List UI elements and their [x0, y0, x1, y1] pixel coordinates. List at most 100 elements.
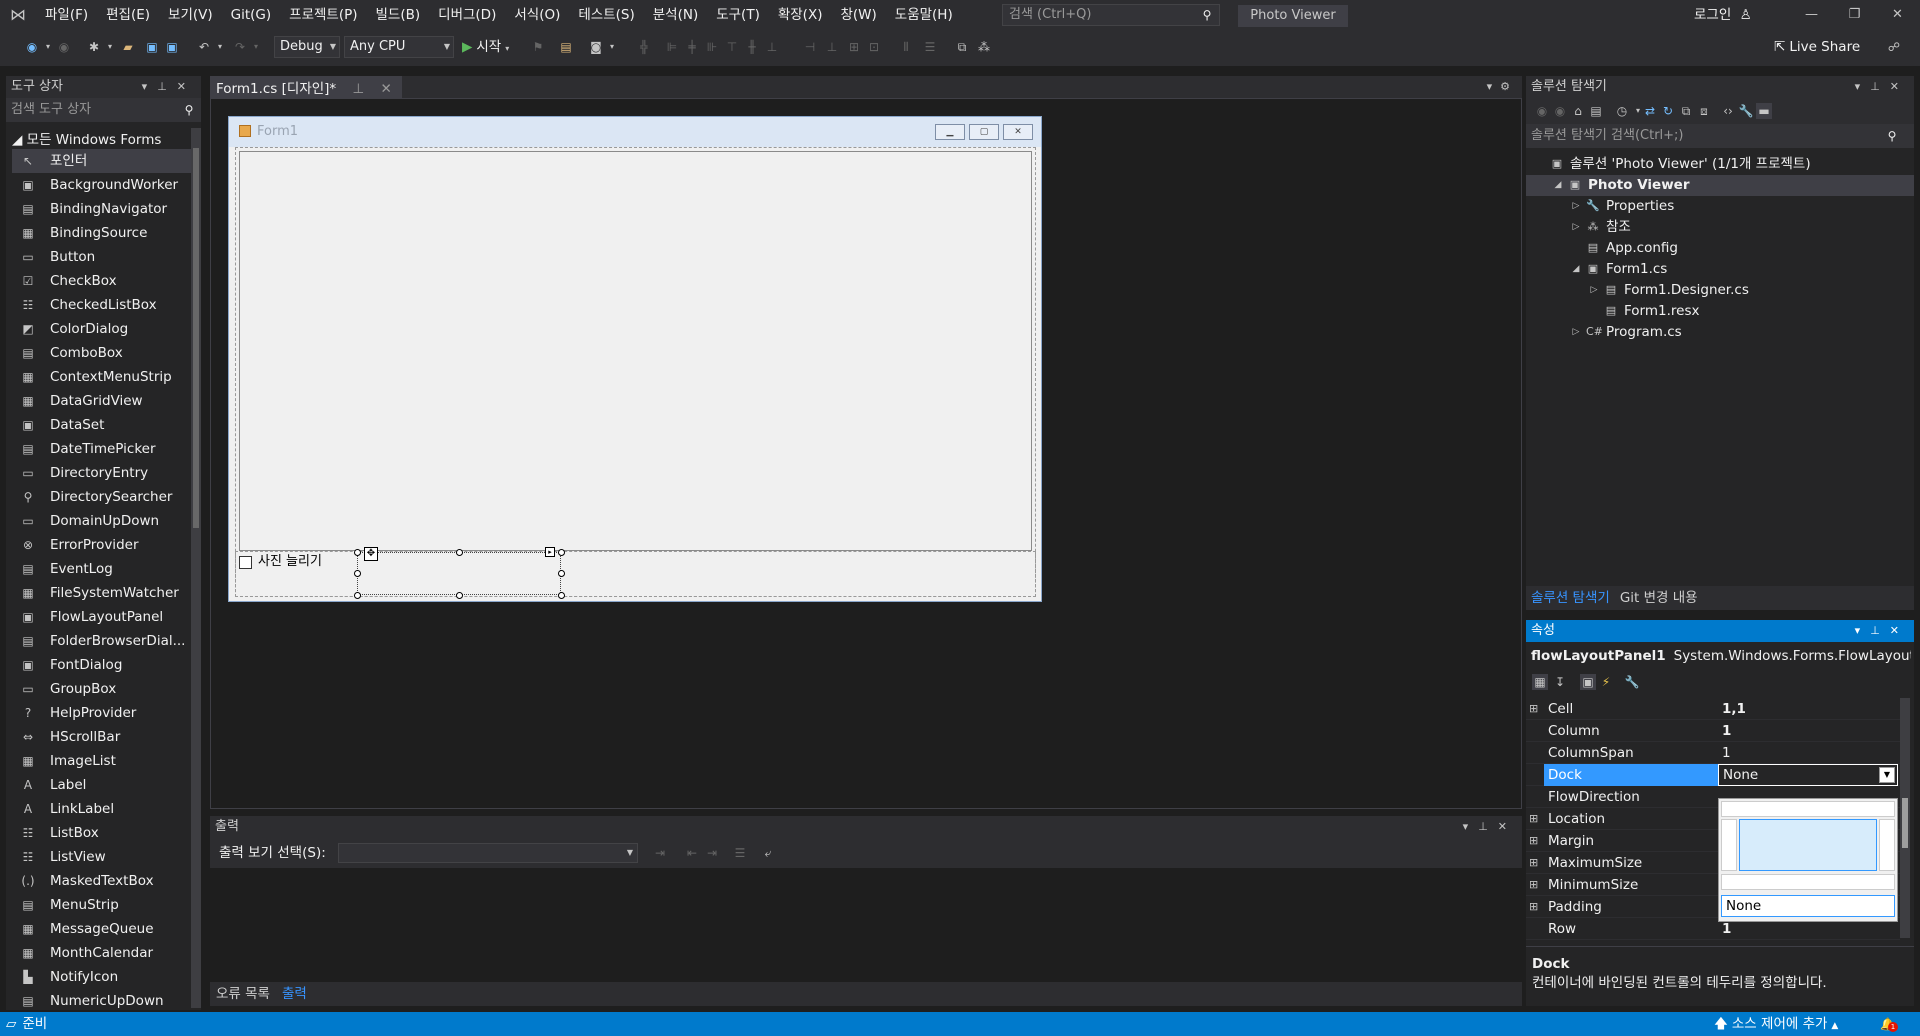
dock-left-option[interactable]: [1721, 819, 1737, 871]
menu-item[interactable]: 확장(X): [769, 0, 832, 30]
tree-node[interactable]: ▷ 🔧 Properties: [1526, 196, 1914, 217]
toolbox-item[interactable]: ▦ ContextMenuStrip: [12, 365, 192, 389]
property-row[interactable]: Column 1: [1526, 720, 1900, 742]
new-project-dropdown-icon[interactable]: ▾: [102, 39, 118, 55]
clear-all-icon[interactable]: ☰: [732, 845, 748, 861]
menu-item[interactable]: 도움말(H): [886, 0, 962, 30]
toolbox-search-input[interactable]: 검색 도구 상자 ⚲: [6, 98, 201, 122]
open-file-icon[interactable]: ▰: [120, 39, 136, 55]
property-row[interactable]: ColumnSpan 1: [1526, 742, 1900, 764]
toolbox-item[interactable]: ▭ DomainUpDown: [12, 509, 192, 533]
size-to-grid-icon[interactable]: ⊡: [866, 39, 882, 55]
expander-icon[interactable]: ◢: [1552, 175, 1564, 196]
make-same-size-icon[interactable]: ⊞: [846, 39, 862, 55]
back-icon[interactable]: ◉: [1534, 103, 1550, 119]
switch-views-icon[interactable]: ▤: [1588, 103, 1604, 119]
toolbox-item[interactable]: ▤ NumericUpDown: [12, 989, 192, 1013]
bring-to-front-icon[interactable]: ⧉: [954, 39, 970, 55]
panel-pin-icons[interactable]: ▾⊥✕: [1855, 620, 1909, 642]
dock-fill-option[interactable]: [1739, 819, 1877, 871]
navigate-forward-icon[interactable]: ◉: [56, 39, 72, 55]
save-icon[interactable]: ▣: [144, 39, 160, 55]
close-icon[interactable]: ✕: [1876, 0, 1919, 30]
pending-changes-filter-icon[interactable]: ◷: [1614, 103, 1630, 119]
sync-active-document-icon[interactable]: ⇄: [1642, 103, 1658, 119]
tree-node[interactable]: ▤ App.config: [1526, 238, 1914, 259]
toolbox-item[interactable]: ☷ ListView: [12, 845, 192, 869]
scrollbar-thumb[interactable]: [193, 148, 199, 528]
expand-icon[interactable]: ⊞: [1529, 852, 1541, 874]
toolbox-item[interactable]: ▭ DirectoryEntry: [12, 461, 192, 485]
toolbox-item[interactable]: ⇔ HScrollBar: [12, 725, 192, 749]
expander-icon[interactable]: ▷: [1570, 196, 1582, 217]
feedback-icon[interactable]: ☍: [1886, 39, 1902, 55]
screenshot-dropdown-icon[interactable]: ▾: [604, 39, 620, 55]
save-all-icon[interactable]: ▣: [164, 39, 180, 55]
property-row[interactable]: ⊞ Cell 1,1: [1526, 698, 1900, 720]
toolbox-item[interactable]: ▦ DataGridView: [12, 389, 192, 413]
toolbox-group-header[interactable]: ◢ 모든 Windows Forms: [12, 128, 161, 148]
toolbox-item[interactable]: ▤ FolderBrowserDial...: [12, 629, 192, 653]
toolbox-item[interactable]: ▦ ImageList: [12, 749, 192, 773]
pin-tab-icon[interactable]: ⊥: [352, 81, 364, 97]
menu-item[interactable]: 서식(O): [505, 0, 569, 30]
dock-none-option[interactable]: None: [1721, 895, 1895, 917]
live-share-button[interactable]: ⇱ Live Share: [1774, 36, 1860, 58]
toolbox-item[interactable]: ▤ DateTimePicker: [12, 437, 192, 461]
picture-box[interactable]: [239, 151, 1032, 551]
expand-icon[interactable]: ⊞: [1529, 698, 1541, 720]
toolbox-item[interactable]: ▣ FontDialog: [12, 653, 192, 677]
solution-explorer-search-input[interactable]: 솔루션 탐색기 검색(Ctrl+;) ⚲: [1526, 124, 1914, 148]
tab-error-list[interactable]: 오류 목록: [210, 982, 276, 1006]
menu-item[interactable]: 빌드(B): [367, 0, 430, 30]
tab-solution-explorer[interactable]: 솔루션 탐색기: [1526, 586, 1615, 610]
expand-icon[interactable]: ⊞: [1529, 808, 1541, 830]
toolbox-item[interactable]: ▤ MenuStrip: [12, 893, 192, 917]
expand-icon[interactable]: ⊞: [1529, 874, 1541, 896]
preview-selected-items-icon[interactable]: ▬: [1756, 103, 1772, 119]
toolbox-item[interactable]: ↖ 포인터: [12, 149, 192, 173]
add-to-source-control-button[interactable]: 🡅 소스 제어에 추가 ▲: [1714, 1012, 1838, 1036]
align-middles-icon[interactable]: ╫: [744, 39, 760, 55]
dock-bottom-option[interactable]: [1721, 874, 1895, 890]
toolbox-item[interactable]: ▤ BindingNavigator: [12, 197, 192, 221]
toolbox-item[interactable]: ▦ MessageQueue: [12, 917, 192, 941]
make-same-width-icon[interactable]: ⊣: [802, 39, 818, 55]
property-value[interactable]: 1: [1718, 720, 1898, 742]
panel-pin-icons[interactable]: ▾⊥✕: [142, 76, 196, 98]
previous-message-icon[interactable]: ⇤: [684, 845, 700, 861]
toolbox-item[interactable]: ⊗ ErrorProvider: [12, 533, 192, 557]
toolbox-item[interactable]: ▦ FileSystemWatcher: [12, 581, 192, 605]
dock-right-option[interactable]: [1879, 819, 1895, 871]
undo-icon[interactable]: ↶: [196, 39, 212, 55]
navigate-back-dropdown-icon[interactable]: ▾: [40, 39, 56, 55]
expander-icon[interactable]: ▷: [1570, 322, 1582, 343]
align-centers-icon[interactable]: ╪: [684, 39, 700, 55]
word-wrap-icon[interactable]: ⤶: [760, 845, 776, 861]
toolbox-item[interactable]: ☷ ListBox: [12, 821, 192, 845]
undo-dropdown-icon[interactable]: ▾: [212, 39, 228, 55]
toolbox-item[interactable]: ▦ MonthCalendar: [12, 941, 192, 965]
toolbox-item[interactable]: ? HelpProvider: [12, 701, 192, 725]
output-source-select[interactable]: ▼: [338, 843, 638, 863]
resize-handle[interactable]: [456, 549, 463, 556]
resize-handle[interactable]: [558, 592, 565, 599]
align-rights-icon[interactable]: ⊪: [704, 39, 720, 55]
property-row[interactable]: Dock None ▼: [1526, 764, 1900, 786]
toolbox-item[interactable]: ▣ BackgroundWorker: [12, 173, 192, 197]
output-text-area[interactable]: [210, 868, 1522, 982]
screenshot-icon[interactable]: ◙: [588, 39, 604, 55]
vertical-spacing-icon[interactable]: ☰: [922, 39, 938, 55]
checkbox-box[interactable]: [239, 555, 252, 569]
tree-node[interactable]: ◢ ▣ Photo Viewer: [1526, 175, 1914, 196]
toolbox-item[interactable]: (.) MaskedTextBox: [12, 869, 192, 893]
tab-overflow-icons[interactable]: ▾⚙: [1487, 76, 1518, 98]
menu-item[interactable]: 편집(E): [97, 0, 159, 30]
chevron-down-icon[interactable]: ▼: [1879, 767, 1895, 783]
panel-pin-icons[interactable]: ▾⊥✕: [1855, 76, 1909, 98]
tree-node[interactable]: ▣ 솔루션 'Photo Viewer' (1/1개 프로젝트): [1526, 154, 1914, 175]
view-code-icon[interactable]: ‹›: [1720, 103, 1736, 119]
tab-form1-designer[interactable]: Form1.cs [디자인]* ⊥ ✕: [210, 76, 402, 98]
hot-reload-icon[interactable]: ⚑: [530, 39, 546, 55]
make-same-height-icon[interactable]: ⊥: [824, 39, 840, 55]
